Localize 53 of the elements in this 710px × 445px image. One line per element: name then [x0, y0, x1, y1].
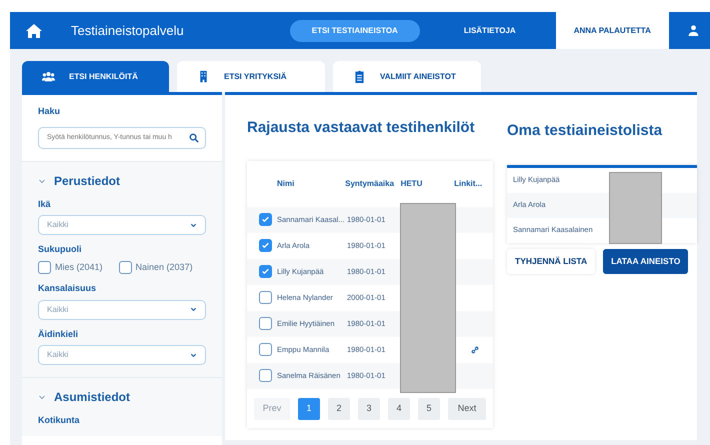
page-button[interactable]: 2	[328, 398, 350, 420]
brand-title[interactable]: Testiaineistopalvelu	[71, 20, 184, 40]
check-icon	[261, 241, 270, 250]
action-button[interactable]: LATAA AINEISTO	[603, 248, 688, 274]
nav-link[interactable]: LISÄTIETOJA	[458, 24, 522, 38]
page-button[interactable]: 5	[418, 398, 440, 420]
clipboard-icon	[353, 70, 366, 83]
section-heading: Oma testiaineistolista	[507, 121, 664, 141]
page-button[interactable]: 3	[358, 398, 380, 420]
column-header: Syntymäaika	[345, 178, 396, 190]
chevron-icon	[190, 352, 197, 358]
checkbox[interactable]	[259, 369, 272, 382]
home-icon	[26, 22, 42, 38]
field-label: Sukupuoli	[38, 243, 82, 256]
checkbox[interactable]	[259, 317, 272, 330]
page-button[interactable]: 1	[298, 398, 320, 420]
action-button[interactable]: TYHJENNÄ LISTA	[507, 248, 596, 274]
chevron-icon	[190, 306, 197, 313]
user-icon	[688, 25, 699, 36]
search-icon	[189, 132, 199, 142]
section-title[interactable]: Asumistiedot	[54, 388, 130, 406]
checkbox[interactable]	[259, 343, 272, 356]
column-header: Linkit...	[454, 178, 484, 190]
check-icon	[261, 215, 270, 224]
checkbox[interactable]	[259, 213, 272, 226]
tab[interactable]: ETSI YRITYKSIÄ	[177, 61, 325, 92]
check-icon	[261, 267, 270, 276]
link-icon	[471, 346, 479, 354]
checkbox[interactable]	[259, 291, 272, 304]
tab[interactable]: ETSI HENKILÖITÄ	[22, 61, 169, 92]
next-button[interactable]: Next	[448, 398, 486, 420]
chevron-icon	[190, 222, 197, 228]
nav-link[interactable]: ETSI TESTIAINEISTOA	[290, 20, 420, 42]
checkbox[interactable]	[118, 260, 132, 274]
option-label: Mies (2041)	[55, 260, 103, 274]
redaction-block	[609, 172, 662, 244]
column-header: HETU	[400, 178, 424, 190]
checkbox[interactable]	[259, 265, 272, 278]
section-title[interactable]: Perustiedot	[54, 172, 120, 190]
page-button[interactable]: 4	[388, 398, 410, 420]
tab[interactable]: VALMIIT AINEISTOT	[333, 61, 481, 92]
field-label: Haku	[38, 105, 62, 118]
field-label: Äidinkieli	[38, 328, 80, 340]
option-label: Nainen (2037)	[136, 260, 193, 274]
nav-link[interactable]: ANNA PALAUTETTA	[556, 12, 669, 49]
column-header: Nimi	[277, 178, 296, 190]
field-label: Kotikunta	[38, 414, 80, 427]
people-icon	[42, 70, 55, 83]
checkbox[interactable]	[259, 239, 272, 252]
field-label: Ikä	[38, 198, 52, 210]
section-heading: Rajausta vastaavat testihenkilöt	[247, 118, 476, 138]
field-label: Kansalaisuus	[38, 282, 98, 295]
checkbox[interactable]	[38, 260, 51, 274]
